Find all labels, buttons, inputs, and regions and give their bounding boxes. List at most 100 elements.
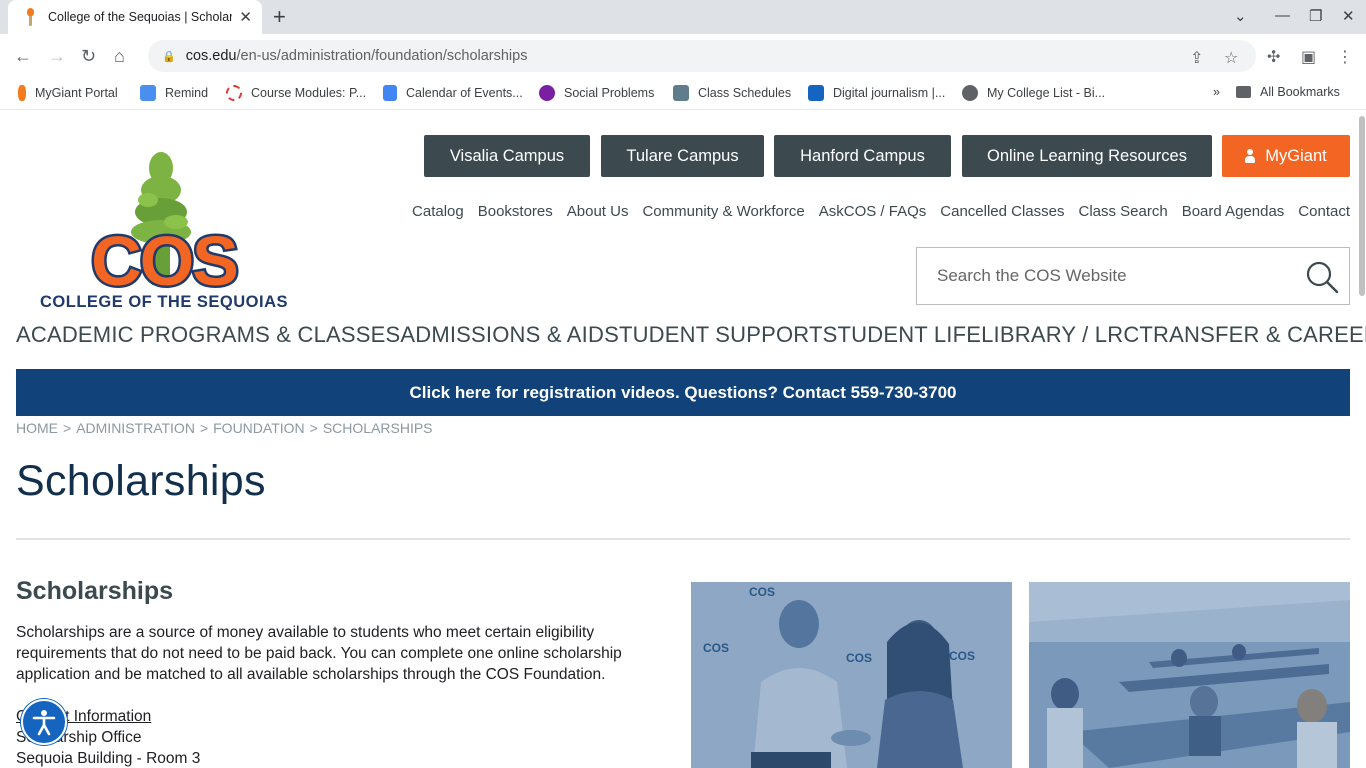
share-icon[interactable]: ⇪	[1190, 48, 1203, 68]
close-tab-icon[interactable]: ✕	[239, 8, 252, 26]
bookmark-favicon-icon	[18, 85, 26, 101]
mygiant-button[interactable]: MyGiant	[1222, 135, 1350, 177]
svg-text:COS: COS	[91, 222, 237, 300]
nav-library-lrc[interactable]: LIBRARY / LRC	[981, 322, 1139, 348]
nav-student-support[interactable]: STUDENT SUPPORT	[604, 322, 823, 348]
restore-icon[interactable]: ❐	[1309, 7, 1322, 25]
breadcrumb-administration[interactable]: ADMINISTRATION	[76, 420, 195, 436]
bookmark-favicon-icon	[140, 85, 156, 101]
section-title: Scholarships	[16, 577, 173, 605]
bookmark-item[interactable]: Class Schedules	[673, 85, 791, 101]
tulare-campus-button[interactable]: Tulare Campus	[601, 135, 764, 177]
bookmark-label: Class Schedules	[698, 86, 792, 100]
cos-logo[interactable]: COS COLLEGE OF THE SEQUOIAS	[16, 150, 312, 311]
scholarship-handshake-photo: COS COS COS COS	[691, 582, 1012, 768]
breadcrumb-separator: >	[199, 420, 209, 436]
scrollbar-thumb[interactable]	[1359, 116, 1365, 296]
main-nav: ACADEMIC PROGRAMS & CLASSES ADMISSIONS &…	[16, 322, 1366, 348]
bookmark-favicon-icon	[226, 85, 242, 101]
forward-icon[interactable]: →	[48, 46, 66, 66]
intro-paragraph: Scholarships are a source of money avail…	[16, 624, 622, 683]
bookmark-star-icon[interactable]: ☆	[1224, 48, 1238, 68]
bookmark-item[interactable]: Social Problems	[539, 85, 654, 101]
bookmark-label: Calendar of Events...	[406, 86, 523, 100]
menu-icon[interactable]: ⋮	[1337, 47, 1353, 67]
overflow-chevron-icon: »	[1213, 85, 1220, 99]
search-icon[interactable]	[1305, 260, 1339, 294]
nav-admissions-aid[interactable]: ADMISSIONS & AID	[400, 322, 604, 348]
breadcrumb-home[interactable]: HOME	[16, 420, 58, 436]
close-window-icon[interactable]: ✕	[1342, 7, 1355, 25]
bookmark-item[interactable]: MyGiant Portal	[18, 85, 118, 101]
address-bar[interactable]: 🔒 cos.edu/en-us/administration/foundatio…	[148, 40, 1256, 72]
back-icon[interactable]: ←	[14, 46, 32, 66]
bookmark-item[interactable]: My College List - Bi...	[962, 85, 1105, 101]
util-link-community-workforce[interactable]: Community & Workforce	[642, 203, 804, 220]
util-link-board-agendas[interactable]: Board Agendas	[1182, 203, 1285, 220]
students-studying-photo	[1029, 582, 1350, 768]
breadcrumb: HOME > ADMINISTRATION > FOUNDATION > SCHOLARSH…	[16, 420, 433, 436]
utility-nav: Catalog Bookstores About Us Community & …	[412, 203, 1350, 220]
util-link-bookstores[interactable]: Bookstores	[478, 203, 553, 220]
all-bookmarks-folder[interactable]: All Bookmarks	[1236, 85, 1340, 99]
all-bookmarks-label: All Bookmarks	[1260, 85, 1340, 99]
lock-icon[interactable]: 🔒	[162, 50, 176, 63]
torch-favicon-icon	[26, 8, 36, 26]
person-icon	[1245, 149, 1256, 163]
breadcrumb-foundation[interactable]: FOUNDATION	[213, 420, 305, 436]
hanford-campus-button[interactable]: Hanford Campus	[774, 135, 951, 177]
bookmarks-overflow[interactable]: »	[1213, 85, 1220, 99]
folder-icon	[1236, 86, 1251, 98]
breadcrumb-current: SCHOLARSHIPS	[322, 420, 433, 436]
bookmark-label: Social Problems	[564, 86, 655, 100]
nav-academic-programs[interactable]: ACADEMIC PROGRAMS & CLASSES	[16, 322, 400, 348]
browser-tab[interactable]: College of the Sequoias | Scholarships ✕	[8, 0, 262, 34]
url-host: cos.edu	[185, 48, 237, 64]
bookmark-label: MyGiant Portal	[35, 86, 118, 100]
contact-room: Sequoia Building - Room 3	[16, 750, 201, 767]
util-link-class-search[interactable]: Class Search	[1079, 203, 1168, 220]
svg-text:COLLEGE OF THE SEQUOIAS: COLLEGE OF THE SEQUOIAS	[40, 293, 288, 310]
divider	[16, 538, 1350, 540]
extensions-icon[interactable]: ✣	[1267, 47, 1280, 67]
bookmark-favicon-icon	[673, 85, 689, 101]
bookmark-label: Digital journalism |...	[833, 86, 946, 100]
site-search	[916, 247, 1350, 305]
bookmark-label: Course Modules: P...	[251, 86, 367, 100]
tab-title: College of the Sequoias | Scholarships	[48, 10, 232, 24]
minimize-icon[interactable]: —	[1275, 7, 1290, 24]
util-link-contact[interactable]: Contact	[1298, 203, 1350, 220]
util-link-askcos[interactable]: AskCOS / FAQs	[819, 203, 927, 220]
bookmark-favicon-icon	[383, 85, 397, 101]
mygiant-label: MyGiant	[1265, 146, 1327, 165]
util-link-cancelled-classes[interactable]: Cancelled Classes	[940, 203, 1064, 220]
bookmark-favicon-icon	[808, 85, 824, 101]
bookmark-item[interactable]: Digital journalism |...	[808, 85, 945, 101]
reload-icon[interactable]: ↻	[81, 46, 96, 66]
bookmark-item[interactable]: Course Modules: P...	[226, 85, 366, 101]
registration-banner[interactable]: Click here for registration videos. Ques…	[16, 369, 1350, 416]
browser-tabstrip: College of the Sequoias | Scholarships ✕…	[0, 0, 1366, 34]
online-learning-button[interactable]: Online Learning Resources	[962, 135, 1212, 177]
tab-search-icon[interactable]: ⌄	[1234, 7, 1247, 25]
visalia-campus-button[interactable]: Visalia Campus	[424, 135, 590, 177]
bookmark-label: My College List - Bi...	[987, 86, 1106, 100]
util-link-catalog[interactable]: Catalog	[412, 203, 464, 220]
new-tab-icon[interactable]: +	[273, 6, 286, 28]
url-path: /en-us/administration/foundation/scholar…	[236, 48, 528, 64]
accessibility-icon	[32, 710, 56, 736]
nav-transfer-career[interactable]: TRANSFER & CAREER	[1139, 322, 1366, 348]
breadcrumb-separator: >	[63, 420, 72, 436]
breadcrumb-separator: >	[309, 420, 318, 436]
accessibility-button[interactable]	[21, 699, 67, 745]
globe-icon	[962, 85, 978, 101]
nav-student-life[interactable]: STUDENT LIFE	[823, 322, 981, 348]
search-input[interactable]	[937, 266, 1297, 286]
util-link-about-us[interactable]: About Us	[567, 203, 629, 220]
side-panel-icon[interactable]: ▣	[1301, 47, 1316, 67]
bookmark-item[interactable]: Remind	[140, 85, 208, 101]
sequoia-tree-logo-icon: COS COLLEGE OF THE SEQUOIAS	[40, 152, 288, 311]
home-icon[interactable]: ⌂	[114, 46, 125, 66]
page-title: Scholarships	[16, 457, 266, 505]
bookmark-item[interactable]: Calendar of Events...	[383, 85, 523, 101]
